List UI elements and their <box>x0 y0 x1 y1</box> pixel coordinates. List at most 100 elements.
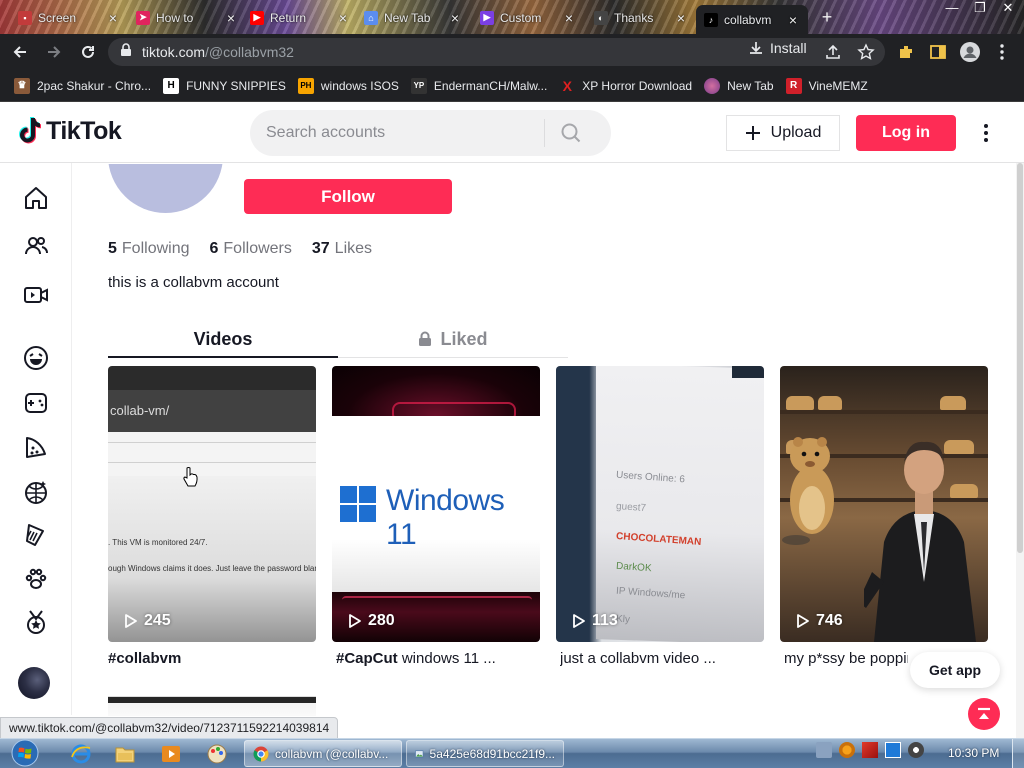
tab-videos[interactable]: Videos <box>108 320 338 358</box>
system-tray <box>816 742 924 758</box>
tab-close-icon[interactable]: × <box>562 10 576 26</box>
animals-paw-icon[interactable] <box>19 564 53 594</box>
video-card[interactable]: collab-vm/ . This VM is monitored 24/7. … <box>108 366 316 642</box>
tab-close-icon[interactable]: × <box>674 10 688 26</box>
tab-liked[interactable]: Liked <box>338 320 568 358</box>
tray-search-icon[interactable] <box>839 742 855 758</box>
view-count-value: 113 <box>592 612 618 629</box>
gaming-controller-icon[interactable] <box>19 388 53 418</box>
view-count-value: 280 <box>368 612 395 629</box>
minimize-icon[interactable]: — <box>942 0 962 16</box>
video-caption[interactable]: my p*ssy be poppin... <box>784 650 908 667</box>
tiktok-logo[interactable]: TikTok <box>16 116 122 146</box>
get-app-button[interactable]: Get app <box>910 652 1000 688</box>
scrollbar-thumb[interactable] <box>1017 163 1023 553</box>
scroll-to-top-button[interactable] <box>968 698 1000 730</box>
tray-network-icon[interactable] <box>885 742 901 758</box>
food-pizza-icon[interactable] <box>19 432 53 462</box>
video-card[interactable]: Users Online: 6 guest7 CHOCOLATEMAN Dark… <box>556 366 764 642</box>
follow-button[interactable]: Follow <box>244 179 452 214</box>
browser-tab[interactable]: ⌂ New Tab × <box>356 5 470 30</box>
caption-hashtag[interactable]: #collabvm <box>108 650 181 667</box>
live-video-icon[interactable] <box>19 280 53 310</box>
sidebar-account-avatar[interactable] <box>18 667 50 699</box>
internet-explorer-icon[interactable] <box>60 741 102 767</box>
video-caption[interactable]: #collabvm <box>108 650 316 667</box>
taskbar-task-image[interactable]: 5a425e68d91bcc21f9... <box>406 740 564 767</box>
video-thumbnail-text: guest7 <box>615 500 647 515</box>
video-card-partial[interactable] <box>108 696 316 716</box>
restore-icon[interactable]: ❐ <box>970 0 990 16</box>
following-count: 5 <box>108 240 117 257</box>
upload-button[interactable]: Upload <box>726 115 840 151</box>
browser-menu-icon[interactable] <box>991 41 1013 63</box>
browser-tab-active[interactable]: ♪ collabvm × <box>696 5 808 34</box>
tray-flag-icon[interactable] <box>862 742 878 758</box>
side-panel-icon[interactable] <box>927 41 949 63</box>
bookmark-item[interactable]: YP EndermanCH/Malw... <box>410 77 547 94</box>
forward-icon[interactable] <box>40 38 68 66</box>
file-explorer-icon[interactable] <box>104 741 146 767</box>
tab-close-icon[interactable]: × <box>336 10 350 26</box>
windows-orb-icon <box>11 739 39 767</box>
profile-avatar-icon[interactable] <box>959 41 981 63</box>
video-card[interactable]: 746 <box>780 366 988 642</box>
browser-tab[interactable]: ▶ Return × <box>242 5 358 30</box>
extensions-icon[interactable] <box>895 41 917 63</box>
dance-discoball-icon[interactable] <box>19 477 53 507</box>
close-window-icon[interactable]: ✕ <box>998 0 1018 16</box>
tab-close-icon[interactable]: × <box>786 12 800 28</box>
home-icon[interactable] <box>19 183 53 213</box>
media-player-icon[interactable] <box>150 741 192 767</box>
tab-close-icon[interactable]: × <box>224 10 238 26</box>
search-icon[interactable] <box>545 110 597 156</box>
video-thumbnail-part <box>732 366 764 378</box>
taskbar-task-chrome[interactable]: collabvm (@collabv... <box>244 740 402 767</box>
lock-icon[interactable] <box>120 42 132 62</box>
stat-following[interactable]: 5 Following <box>108 240 190 258</box>
tray-app-icon[interactable] <box>816 742 832 758</box>
video-thumbnail-hamster <box>782 437 834 545</box>
tab-videos-label: Videos <box>193 328 253 349</box>
video-caption[interactable]: just a collabvm video ... <box>560 650 768 667</box>
paint-app-icon[interactable] <box>196 741 238 767</box>
browser-tab[interactable]: ➤ How to × <box>128 5 246 30</box>
taskbar-clock[interactable]: 10:30 PM <box>948 746 999 760</box>
following-users-icon[interactable] <box>19 231 53 261</box>
browser-tab[interactable]: ▪ Screen × <box>10 5 128 30</box>
url-text: tiktok.com/@collabvm32 <box>142 44 294 60</box>
reload-icon[interactable] <box>74 38 102 66</box>
bookmark-item[interactable]: New Tab <box>704 77 774 94</box>
profile-tabs: Videos Liked <box>108 320 568 358</box>
tab-close-icon[interactable]: × <box>106 10 120 26</box>
sports-medal-icon[interactable] <box>19 607 53 637</box>
more-options-icon[interactable] <box>976 120 996 146</box>
comedy-emoji-icon[interactable] <box>19 343 53 373</box>
install-label: Install <box>770 40 807 56</box>
new-tab-icon[interactable]: + <box>818 8 836 26</box>
bookmark-item[interactable]: ♛ 2pac Shakur - Chro... <box>14 77 151 94</box>
install-app-button[interactable]: Install <box>748 40 807 56</box>
task-label: 5a425e68d91bcc21f9... <box>429 746 555 761</box>
login-button[interactable]: Log in <box>856 115 956 151</box>
tab-close-icon[interactable]: × <box>448 10 462 26</box>
share-icon[interactable] <box>822 41 844 63</box>
caption-text: just a collabvm video ... <box>560 650 716 667</box>
back-icon[interactable] <box>6 38 34 66</box>
tray-volume-icon[interactable] <box>908 742 924 758</box>
search-input[interactable] <box>250 110 544 156</box>
bookmark-item[interactable]: PH windows ISOS <box>297 77 399 94</box>
caption-hashtag[interactable]: #CapCut <box>336 650 398 667</box>
beauty-comb-icon[interactable] <box>19 520 53 550</box>
browser-tab[interactable]: ▶ Custom × <box>472 5 584 30</box>
stat-followers[interactable]: 6 Followers <box>210 240 292 258</box>
bookmark-item[interactable]: R VineMEMZ <box>785 77 868 94</box>
bookmark-item[interactable]: H FUNNY SNIPPIES <box>163 77 286 94</box>
show-desktop-button[interactable] <box>1012 739 1024 768</box>
start-button[interactable] <box>6 739 44 767</box>
video-card[interactable]: Windows 11 280 <box>332 366 540 642</box>
video-caption[interactable]: #CapCut windows 11 ... <box>336 650 544 667</box>
bookmark-star-icon[interactable] <box>855 41 877 63</box>
browser-tab[interactable]: ◐ Thanks × <box>586 5 696 30</box>
bookmark-item[interactable]: X XP Horror Download <box>559 78 693 94</box>
